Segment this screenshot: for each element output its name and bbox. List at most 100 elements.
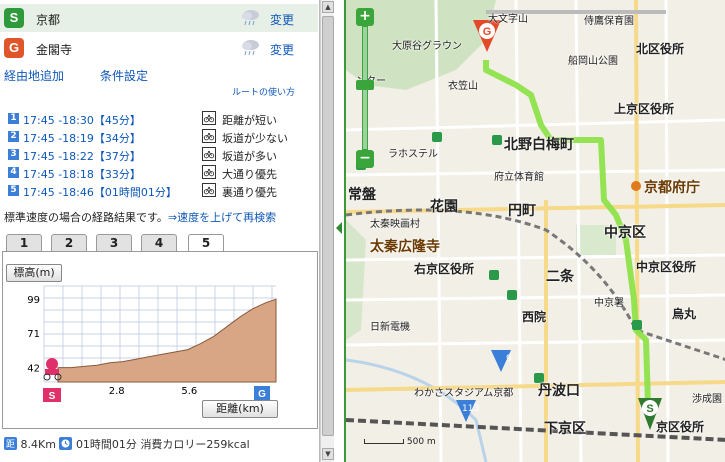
- tab-route-1[interactable]: 1: [6, 234, 42, 251]
- map-label-route113: 113: [462, 404, 480, 414]
- route-time-link[interactable]: 17:45 -18:22【37分】: [23, 148, 141, 164]
- map-label-route9: 9: [506, 354, 512, 364]
- map-label-karasuma: 烏丸: [672, 307, 697, 321]
- cloud-rain-icon: [242, 10, 259, 26]
- map-scale: 500 m: [364, 437, 436, 447]
- map-label-nijo: 二条: [546, 269, 574, 285]
- svg-text:S: S: [646, 403, 653, 415]
- route-preference: 距離が短い: [222, 114, 277, 127]
- route-time-link[interactable]: 17:45 -18:30【45分】: [23, 112, 141, 128]
- route-number: 1: [8, 113, 19, 124]
- map-label-shimogyo-office: 京区役所: [656, 420, 705, 434]
- distance-icon: 距: [4, 437, 17, 450]
- elevation-chart: 997142 2.85.68.4 S G: [27, 285, 277, 402]
- scroll-thumb[interactable]: [322, 16, 334, 436]
- scroll-down-icon[interactable]: ▼: [322, 448, 334, 460]
- bicycle-icon: [202, 165, 216, 179]
- summary-time: 01時間01分: [75, 438, 137, 451]
- x-tick-label: 5.6: [181, 386, 197, 397]
- speed-up-search-link[interactable]: ⇒速度を上げて再検索: [168, 211, 276, 224]
- zoom-out-button[interactable]: −: [356, 150, 374, 168]
- start-change-link[interactable]: 変更: [270, 11, 294, 28]
- scroll-up-icon[interactable]: ▲: [322, 1, 334, 13]
- map-label-uzumasa-eiga: 太秦映画村: [370, 219, 420, 230]
- map-label-funaoka: 船岡山公園: [568, 56, 618, 67]
- route-time-link[interactable]: 17:45 -18:19【34分】: [23, 130, 141, 146]
- map-label-emmachi: 円町: [508, 203, 536, 219]
- y-tick-labels: 99 71 42: [27, 295, 40, 374]
- map-label-uzumasa: 太秦広隆寺: [370, 239, 440, 255]
- y-tick-label: 99: [27, 295, 40, 306]
- start-name: 京都: [36, 13, 61, 27]
- route-preference: 坂道が多い: [222, 150, 277, 163]
- bicycle-icon: [202, 111, 216, 125]
- map-label-saiin: 西院: [522, 310, 547, 324]
- route-list: 1 17:45 -18:30【45分】 距離が短い 2 17:45 -18:19…: [6, 110, 316, 200]
- route-preference: 裏通り優先: [222, 186, 277, 199]
- zoom-in-button[interactable]: +: [356, 8, 374, 26]
- route-time-link[interactable]: 17:45 -18:18【33分】: [23, 166, 141, 182]
- scale-label: 500 m: [406, 437, 436, 447]
- panel-scrollbar[interactable]: ▲ ▼: [320, 0, 334, 462]
- route-option[interactable]: 3 17:45 -18:22【37分】 坂道が多い: [6, 146, 316, 164]
- map-label-nakagyo-post: 中京署: [594, 298, 624, 309]
- map-label-hanazono: 花園: [430, 199, 458, 215]
- conditions-link[interactable]: 条件設定: [100, 67, 148, 84]
- route-time-link[interactable]: 17:45 -18:46【01時間01分】: [23, 184, 177, 200]
- map-label-kita-ward: 北区役所: [636, 42, 685, 56]
- map-label-otaniyama: 大原谷グラウン: [392, 41, 462, 52]
- goal-change-link[interactable]: 変更: [270, 41, 294, 58]
- route-map[interactable]: G S 大文字山 侍鷹保育園 大原谷グラウン 船岡山公園 北区役所 衣笠山 ンタ…: [344, 0, 725, 462]
- map-label-prefecture: 京都府庁: [644, 180, 700, 196]
- map-label-jisho: 侍鷹保育園: [584, 16, 634, 27]
- map-label-gym: 府立体育館: [494, 172, 544, 183]
- start-flag-marker: S: [43, 388, 61, 402]
- route-option[interactable]: 2 17:45 -18:19【34分】 坂道が少ない: [6, 128, 316, 146]
- map-label-kitano: 北野白梅町: [504, 137, 574, 153]
- goal-name: 金閣寺: [36, 43, 73, 57]
- y-tick-label: 71: [27, 329, 40, 340]
- summary-distance: 8.4Km: [20, 438, 56, 451]
- map-label-tambaguchi: 丹波口: [538, 383, 580, 399]
- goal-flag-marker: G: [254, 386, 270, 400]
- map-label-kinugasa: 衣笠山: [448, 81, 478, 92]
- route-number: 5: [8, 185, 19, 196]
- map-label-jokaban: 常盤: [348, 187, 376, 203]
- tab-route-3[interactable]: 3: [96, 234, 132, 251]
- tab-route-2[interactable]: 2: [51, 234, 87, 251]
- bicycle-icon: [202, 129, 216, 143]
- map-label-nissan: 日新電機: [370, 322, 410, 333]
- route-number: 4: [8, 167, 19, 178]
- route-preference: 坂道が少ない: [222, 132, 288, 145]
- tab-route-4[interactable]: 4: [141, 234, 177, 251]
- goal-badge: G: [4, 38, 24, 58]
- add-waypoint-link[interactable]: 経由地追加: [4, 67, 64, 84]
- route-option[interactable]: 1 17:45 -18:30【45分】 距離が短い: [6, 110, 316, 128]
- distance-button[interactable]: 距離(km): [202, 400, 278, 418]
- map-label-nakagyo: 中京区: [604, 225, 646, 241]
- map-label-daimonji: 大文字山: [488, 14, 528, 25]
- start-row: S 京都 変更: [0, 4, 318, 32]
- map-canvas: G S: [346, 0, 725, 462]
- map-label-nakagyo-office: 中京区役所: [636, 260, 697, 274]
- route-panel: S 京都 変更 G 金閣寺 変更 経由地追加 条件設定 ルートの使い方 1 17…: [0, 0, 320, 462]
- map-label-shibukawa: 渉成園: [692, 394, 722, 405]
- goal-row: G 金閣寺 変更: [0, 34, 318, 62]
- collapse-panel-icon[interactable]: [336, 222, 342, 234]
- summary-calories: 消費カロリー259kcal: [140, 438, 250, 451]
- elevation-button[interactable]: 標高(m): [6, 264, 62, 282]
- speed-note-text: 標準速度の場合の経路結果です。: [4, 211, 168, 224]
- svg-text:G: G: [483, 26, 492, 38]
- map-label-kamigyo: 上京区役所: [614, 102, 675, 116]
- route-summary: 距 8.4Km 01時間01分 消費カロリー259kcal: [4, 436, 318, 456]
- bicycle-icon: [202, 183, 216, 197]
- map-label-hotel: ラホステル: [388, 149, 438, 160]
- speed-note: 標準速度の場合の経路結果です。⇒速度を上げて再検索: [4, 209, 276, 225]
- zoom-slider-handle[interactable]: [356, 80, 374, 90]
- x-tick-labels: 2.85.68.4: [109, 386, 270, 397]
- x-tick-label: 2.8: [109, 386, 125, 397]
- route-option[interactable]: 5 17:45 -18:46【01時間01分】 裏通り優先: [6, 182, 316, 200]
- route-usage-link[interactable]: ルートの使い方: [232, 85, 295, 98]
- route-option[interactable]: 4 17:45 -18:18【33分】 大通り優先: [6, 164, 316, 182]
- svg-text:G: G: [258, 389, 266, 400]
